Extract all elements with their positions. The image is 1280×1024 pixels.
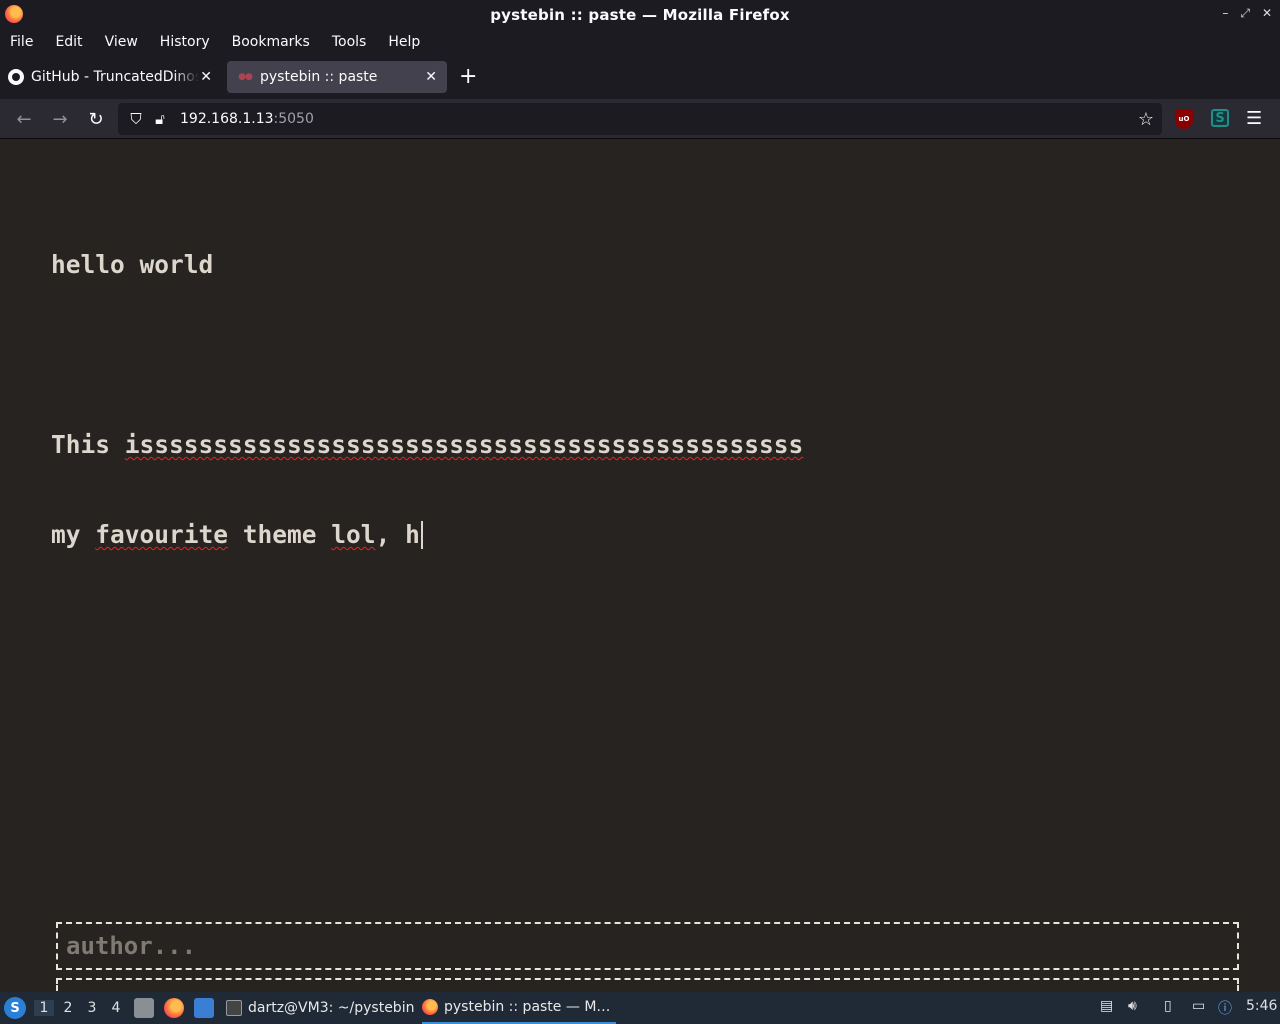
tab-label: GitHub - TruncatedDinosaur <box>31 69 199 85</box>
minimize-button[interactable]: – <box>1222 6 1228 21</box>
forward-icon[interactable]: → <box>48 107 72 131</box>
firefox-launcher-icon[interactable] <box>164 998 184 1018</box>
url-host: 192.168.1.13 <box>180 111 274 127</box>
window-title: pystebin :: paste — Mozilla Firefox <box>490 5 790 24</box>
navigation-toolbar: ← → ↻ ⛉ 🔓︎ 192.168.1.13:5050 ☆ uO S ☰ <box>0 99 1280 139</box>
tab-close-icon[interactable]: ✕ <box>200 69 212 85</box>
menu-tools[interactable]: Tools <box>332 34 367 50</box>
clipboard-icon[interactable]: ▤ <box>1100 998 1113 1014</box>
desktop-icon[interactable] <box>194 998 214 1018</box>
lock-icon[interactable]: 🔓︎ <box>152 110 168 128</box>
ublock-origin-icon[interactable]: uO <box>1175 109 1193 129</box>
menu-bar: File Edit View History Bookmarks Tools H… <box>0 29 1280 54</box>
firefox-icon <box>5 5 23 23</box>
author-input[interactable] <box>58 924 1237 968</box>
github-icon <box>8 69 24 85</box>
url-port: :5050 <box>273 111 314 127</box>
tab-pystebin[interactable]: ●● pystebin :: paste ✕ <box>227 61 447 93</box>
reload-icon[interactable]: ↻ <box>84 107 108 131</box>
system-taskbar: S 1 2 3 4 dartz@VM3: ~/pystebin pystebin… <box>0 992 1280 1024</box>
menu-file[interactable]: File <box>10 34 33 50</box>
hamburger-menu-icon[interactable]: ☰ <box>1246 108 1262 129</box>
page-content: hello world This issssssssssssssssssssss… <box>0 140 1280 998</box>
tracking-shield-icon[interactable]: ⛉ <box>128 110 144 128</box>
menu-view[interactable]: View <box>105 34 138 50</box>
workspace-2[interactable]: 2 <box>58 1000 78 1016</box>
misspelled-word: lol <box>331 520 376 549</box>
paste-line: my favourite theme lol, h <box>51 520 803 550</box>
taskbar-task-firefox[interactable]: pystebin :: paste — M… <box>422 992 616 1024</box>
paste-line: This issssssssssssssssssssssssssssssssss… <box>51 430 803 460</box>
clock[interactable]: 5:46 <box>1246 998 1277 1014</box>
task-label: dartz@VM3: ~/pystebin <box>248 1000 415 1016</box>
url-text[interactable]: 192.168.1.13:5050 <box>180 111 314 127</box>
terminal-icon <box>226 1000 242 1016</box>
workspace-1[interactable]: 1 <box>34 1000 54 1016</box>
author-field-container <box>56 922 1239 970</box>
misspelled-word: favourite <box>95 520 229 549</box>
workspace-4[interactable]: 4 <box>106 1000 126 1016</box>
bookmark-star-icon[interactable]: ☆ <box>1138 109 1154 130</box>
pystebin-favicon-icon: ●● <box>238 72 253 82</box>
paste-text-segment: This <box>51 430 125 459</box>
workspace-3[interactable]: 3 <box>82 1000 102 1016</box>
new-tab-button[interactable]: + <box>459 66 477 88</box>
files-icon[interactable]: ▯ <box>1164 998 1172 1014</box>
back-icon[interactable]: ← <box>12 107 36 131</box>
notification-icon[interactable]: ⓘ <box>1218 998 1232 1018</box>
firefox-icon <box>422 999 438 1015</box>
url-bar[interactable]: ⛉ 🔓︎ 192.168.1.13:5050 ☆ <box>118 103 1162 135</box>
tab-strip: GitHub - TruncatedDinosaur ✕ ●● pystebin… <box>0 54 1280 99</box>
restore-button[interactable]: ⤢ <box>1240 6 1250 21</box>
tab-close-icon[interactable]: ✕ <box>425 69 437 85</box>
paste-text-segment: theme <box>228 520 332 549</box>
menu-help[interactable]: Help <box>388 34 420 50</box>
paste-line <box>51 340 803 370</box>
extension-s-icon[interactable]: S <box>1211 109 1229 127</box>
window-controls: – ⤢ ✕ <box>1222 6 1272 21</box>
text-caret <box>420 521 423 549</box>
network-icon[interactable]: ▭ <box>1192 998 1205 1014</box>
menu-bookmarks[interactable]: Bookmarks <box>232 34 310 50</box>
menu-history[interactable]: History <box>160 34 210 50</box>
volume-icon[interactable]: 🔊︎ <box>1128 998 1137 1014</box>
window-titlebar: pystebin :: paste — Mozilla Firefox – ⤢ … <box>0 0 1280 29</box>
start-menu-icon[interactable]: S <box>4 997 26 1019</box>
paste-editor[interactable]: hello world This issssssssssssssssssssss… <box>51 190 803 610</box>
misspelled-word: isssssssssssssssssssssssssssssssssssssss… <box>124 430 804 459</box>
close-window-button[interactable]: ✕ <box>1262 6 1272 21</box>
tab-github[interactable]: GitHub - TruncatedDinosaur ✕ <box>8 61 220 93</box>
paste-text-segment: , h <box>375 520 420 549</box>
paste-line: hello world <box>51 250 214 279</box>
file-manager-icon[interactable] <box>134 998 154 1018</box>
paste-text-segment: my <box>51 520 96 549</box>
menu-edit[interactable]: Edit <box>55 34 82 50</box>
taskbar-task-terminal[interactable]: dartz@VM3: ~/pystebin <box>226 992 414 1024</box>
tab-label: pystebin :: paste <box>260 69 378 85</box>
task-label: pystebin :: paste — M… <box>444 999 611 1015</box>
